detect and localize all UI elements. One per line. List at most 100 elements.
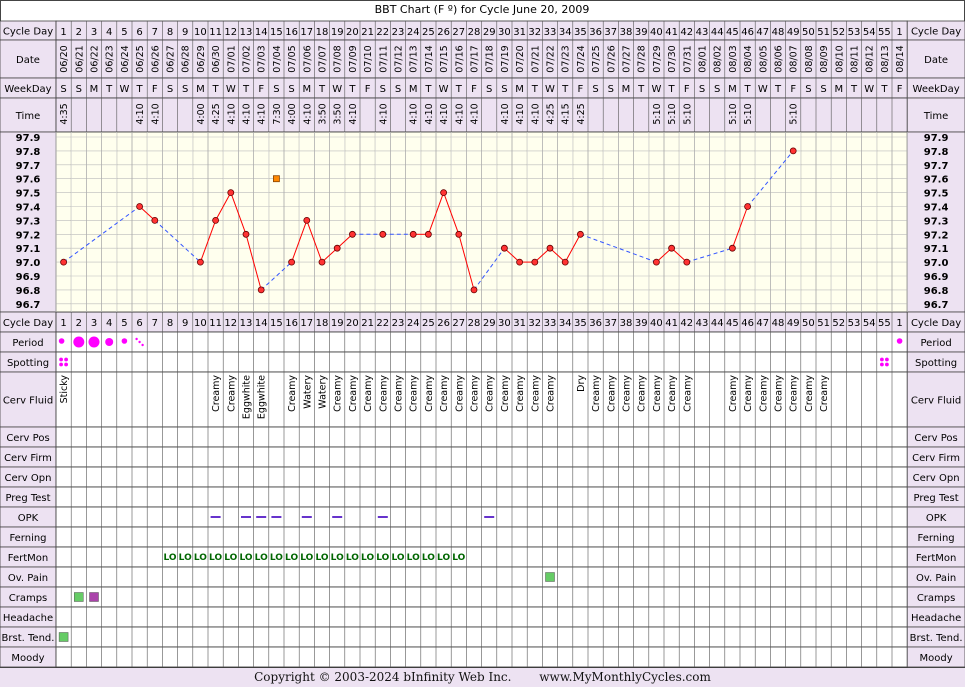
cycle-day-cell: 8 — [167, 27, 173, 38]
time-cell: 4:10 — [257, 103, 268, 124]
temp-tick-right: 97.6 — [924, 175, 949, 186]
time-cell: 5:10 — [667, 103, 678, 124]
spotting-dots-icon — [885, 362, 889, 367]
weekday-cell: S — [501, 84, 507, 95]
cycle-day-cell-bottom: 23 — [392, 318, 405, 329]
bbt-point — [212, 216, 220, 224]
temp-tick-right: 97.2 — [924, 230, 949, 241]
date-cell: 06/30 — [211, 45, 222, 72]
bbt-point — [257, 286, 265, 294]
fertmon-cell: LO — [331, 553, 344, 563]
row-label-opk-left: OPK — [18, 513, 39, 524]
weekday-cell: S — [167, 84, 173, 95]
bbt-point — [531, 258, 539, 266]
cycle-day-cell: 13 — [240, 27, 253, 38]
weekday-cell: W — [545, 84, 555, 95]
bbt-point — [227, 189, 235, 197]
cycle-day-cell-bottom: 22 — [376, 318, 389, 329]
fertmon-cell: LO — [437, 553, 450, 563]
cycle-day-cell: 35 — [574, 27, 587, 38]
cycle-day-cell: 25 — [422, 27, 435, 38]
weekday-cell: W — [758, 84, 768, 95]
cycle-day-cell-bottom: 24 — [407, 318, 420, 329]
row-label-brst-tend-right: Brst. Tend. — [910, 633, 963, 644]
bbt-point — [561, 258, 569, 266]
weekday-cell: S — [288, 84, 294, 95]
date-cell: 07/13 — [409, 45, 420, 72]
cycle-day-cell: 15 — [270, 27, 283, 38]
cycle-day-cell: 55 — [878, 27, 891, 38]
cycle-day-cell: 45 — [726, 27, 739, 38]
time-cell: 4:25 — [211, 103, 222, 124]
cerv-fluid-cell: Creamy — [819, 375, 830, 412]
row-label-opk-right: OPK — [926, 513, 947, 524]
cycle-day-cell-bottom: 52 — [832, 318, 845, 329]
row-label-ov-pain-right: Ov. Pain — [916, 573, 956, 584]
date-cell: 06/26 — [150, 45, 161, 72]
cycle-day-cell: 52 — [832, 27, 845, 38]
temp-tick-left: 97.8 — [16, 147, 41, 158]
row-label-period-right: Period — [921, 338, 952, 349]
cycle-day-cell-bottom: 40 — [650, 318, 663, 329]
row-label-time-right: Time — [923, 111, 948, 122]
time-cell: 4:10 — [515, 103, 526, 124]
spotting-dots-icon — [880, 362, 884, 367]
date-cell: 07/05 — [287, 45, 298, 72]
weekday-cell: S — [805, 84, 811, 95]
row-label-spotting-right: Spotting — [915, 358, 957, 369]
row-label-spotting-left: Spotting — [7, 358, 49, 369]
cycle-day-cell-bottom: 18 — [316, 318, 329, 329]
bbt-point — [318, 258, 326, 266]
spotting-dots-icon — [885, 357, 889, 362]
cycle-day-cell-bottom: 53 — [848, 318, 861, 329]
cycle-day-cell: 34 — [559, 27, 572, 38]
weekday-cell: T — [637, 84, 645, 95]
row-label-ferning-left: Ferning — [9, 533, 46, 544]
cerv-fluid-cell: Creamy — [546, 375, 557, 412]
fertmon-cell: LO — [452, 553, 465, 563]
cycle-day-cell: 43 — [696, 27, 709, 38]
bbt-point — [409, 230, 417, 238]
time-cell: 4:10 — [454, 103, 465, 124]
date-cell: 07/21 — [530, 45, 541, 72]
weekday-cell: W — [439, 84, 449, 95]
cycle-day-cell-bottom: 48 — [772, 318, 785, 329]
cycle-day-cell-bottom: 49 — [787, 318, 800, 329]
cycle-day-cell-bottom: 33 — [544, 318, 557, 329]
cerv-fluid-cell: Creamy — [378, 375, 389, 412]
cycle-day-cell: 44 — [711, 27, 724, 38]
cerv-fluid-cell: Creamy — [530, 375, 541, 412]
row-label-headache-right: Headache — [911, 613, 961, 624]
fertmon-cell: LO — [407, 553, 420, 563]
cycle-day-cell-bottom: 54 — [863, 318, 876, 329]
cycle-day-cell-bottom: 21 — [361, 318, 374, 329]
spotting-dots-icon — [59, 357, 63, 362]
date-cell: 07/30 — [667, 45, 678, 72]
ov-pain-mark — [545, 572, 555, 582]
time-cell: 4:25 — [576, 103, 587, 124]
weekday-cell: S — [714, 84, 720, 95]
cycle-day-cell: 12 — [224, 27, 237, 38]
cycle-day-cell: 46 — [741, 27, 754, 38]
date-cell: 07/26 — [606, 45, 617, 72]
date-cell: 07/10 — [363, 45, 374, 72]
weekday-cell: F — [684, 84, 690, 95]
date-cell: 08/02 — [713, 45, 724, 72]
cycle-day-cell-bottom: 20 — [346, 318, 359, 329]
cycle-day-cell: 41 — [665, 27, 678, 38]
cycle-day-cell-bottom: 11 — [209, 318, 222, 329]
weekday-cell: S — [60, 84, 66, 95]
cycle-day-cell-bottom: 29 — [483, 318, 496, 329]
date-cell: 08/06 — [774, 45, 785, 72]
period-light-icon — [141, 343, 144, 347]
time-cell: 5:10 — [682, 103, 693, 124]
site-link[interactable]: www.MyMonthlyCycles.com — [539, 670, 711, 684]
time-cell: 4:10 — [439, 103, 450, 124]
row-label-fertmon-right: FertMon — [916, 553, 956, 564]
weekday-cell: M — [622, 84, 631, 95]
bbt-point — [516, 258, 523, 266]
date-cell: 07/31 — [682, 45, 693, 72]
row-label-cerv-opn-left: Cerv Opn — [5, 473, 52, 484]
spotting-dots-icon — [64, 357, 68, 362]
date-cell: 06/27 — [166, 45, 177, 72]
